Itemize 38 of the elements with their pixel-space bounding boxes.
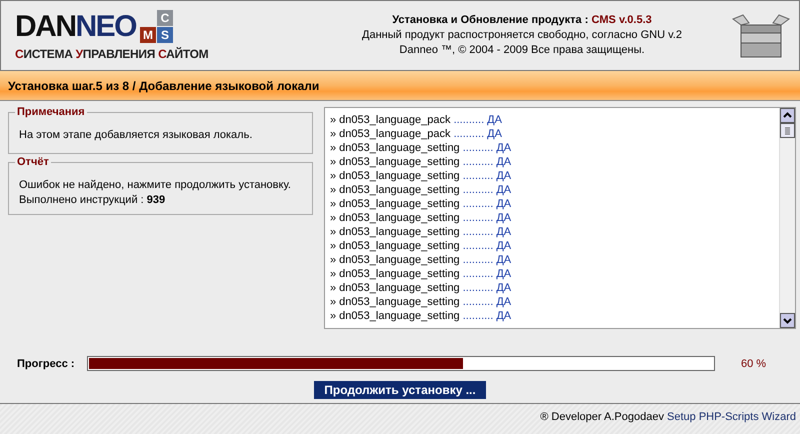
log-line: » dn053_language_setting .......... ДА — [330, 211, 512, 225]
panel-text: Выполнено инструкций : 939 — [19, 193, 166, 208]
copyright-text: Danneo ™, © 2004 - 2009 Все права защищены. — [398, 43, 646, 58]
log-line: » dn053_language_setting .......... ДА — [330, 225, 512, 239]
log-line: » dn053_language_setting .......... ДА — [330, 155, 512, 169]
product-title: Установка и Обновление продукта : CMS v.0.5.3 — [391, 13, 653, 28]
progress-label: Прогресс : — [17, 358, 76, 370]
progress-reading: 60 % — [741, 358, 766, 370]
panel-text: На этом этапе добавляется языковая локаль. — [19, 128, 254, 143]
continue-button[interactable]: Продолжить установку ... — [314, 381, 486, 399]
log-line: » dn053_language_setting .......... ДА — [330, 281, 512, 295]
license-text: Данный продукт распостроняется свободно, согласно GNU v.2 — [361, 28, 683, 43]
footer-credit: ® Developer A.Pogodaev Setup PHP-Scripts Wizard — [540, 411, 796, 425]
scroll-thumb[interactable] — [780, 123, 795, 138]
log-line: » dn053_language_setting .......... ДА — [330, 239, 512, 253]
panel-text: Ошибок не найдено, нажмите продолжить установку. — [19, 178, 292, 193]
log-line: » dn053_language_setting .......... ДА — [330, 295, 512, 309]
step-title: Установка шаг.5 из 8 / Добавление языковой локали — [7, 78, 320, 93]
logo-tile: C — [157, 10, 174, 26]
logo-tile: S — [157, 27, 174, 43]
log-line: » dn053_language_pack .......... ДА — [330, 127, 503, 141]
logo-wordmark: DANNEO — [15, 13, 136, 41]
logo-tile: M — [140, 27, 156, 43]
log-line: » dn053_language_setting .......... ДА — [330, 309, 512, 323]
log-line: » dn053_language_setting .......... ДА — [330, 141, 512, 155]
footer-link[interactable]: Setup PHP-Scripts Wizard — [667, 411, 796, 423]
log-line: » dn053_language_setting .......... ДА — [330, 197, 512, 211]
panel-legend: Отчёт — [15, 156, 51, 168]
log-line: » dn053_language_setting .......... ДА — [330, 183, 512, 197]
log-line: » dn053_language_setting .......... ДА — [330, 267, 512, 281]
logo-subtitle: СИСТЕМА УПРАВЛЕНИЯ САЙТОМ — [15, 47, 210, 61]
scrollbar[interactable] — [779, 108, 795, 328]
scroll-up-icon[interactable] — [780, 108, 795, 123]
panel-legend: Примечания — [15, 106, 87, 118]
log-line: » dn053_language_setting .......... ДА — [330, 169, 512, 183]
log-line: » dn053_language_pack .......... ДА — [330, 113, 503, 127]
scroll-down-icon[interactable] — [780, 313, 795, 328]
log-line: » dn053_language_setting .......... ДА — [330, 253, 512, 267]
